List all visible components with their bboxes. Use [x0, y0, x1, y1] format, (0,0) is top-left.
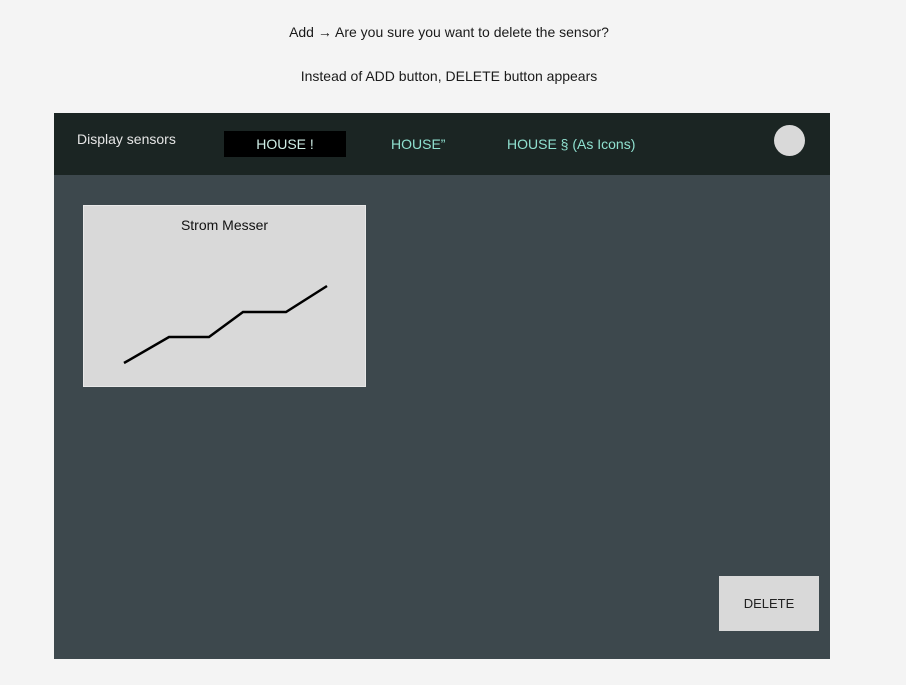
- user-avatar[interactable]: [774, 125, 805, 156]
- delete-button[interactable]: DELETE: [719, 576, 819, 631]
- instruction-note-delete-button: Instead of ADD button, DELETE button app…: [300, 68, 598, 84]
- app-frame: Display sensors HOUSE ! HOUSE” HOUSE § (…: [54, 113, 830, 659]
- sensor-card[interactable]: Strom Messer: [83, 205, 366, 387]
- tab-house-1[interactable]: HOUSE !: [224, 131, 346, 157]
- tab-house-2[interactable]: HOUSE”: [391, 131, 445, 157]
- sensor-line-graph-icon: [123, 284, 328, 365]
- app-title: Display sensors: [77, 131, 176, 147]
- instruction-note-confirm: Add → Are you sure you want to delete th…: [289, 24, 609, 40]
- top-navigation-bar: Display sensors HOUSE ! HOUSE” HOUSE § (…: [54, 113, 830, 175]
- tab-house-icons[interactable]: HOUSE § (As Icons): [507, 131, 635, 157]
